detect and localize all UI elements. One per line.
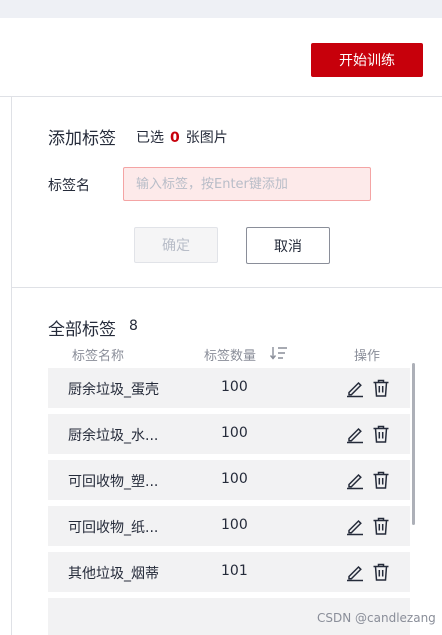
tag-list: 厨余垃圾_蛋壳 100 厨余垃圾_水... 100 可回收物_塑... 100 … — [48, 368, 410, 635]
trash-icon[interactable] — [371, 424, 391, 444]
table-row: 厨余垃圾_蛋壳 100 — [48, 368, 410, 408]
tag-name-input[interactable] — [123, 167, 371, 201]
tag-name-label: 标签名 — [48, 178, 90, 194]
tag-name: 可回收物_塑... — [68, 474, 159, 490]
selected-count: 0 — [170, 130, 180, 146]
cancel-button[interactable]: 取消 — [246, 227, 330, 264]
tag-quantity: 100 — [221, 517, 248, 533]
tag-quantity: 101 — [221, 563, 248, 579]
edit-icon[interactable] — [345, 562, 365, 582]
tag-name: 厨余垃圾_水... — [68, 428, 159, 444]
table-row: 厨余垃圾_水... 100 — [48, 414, 410, 454]
add-tag-title: 添加标签 — [48, 129, 116, 149]
selected-prefix: 已选 — [136, 130, 164, 146]
edit-icon[interactable] — [345, 424, 365, 444]
confirm-button[interactable]: 确定 — [134, 227, 218, 263]
table-row: 其他垃圾_烟蒂 101 — [48, 552, 410, 592]
tag-quantity: 100 — [221, 425, 248, 441]
edit-icon[interactable] — [345, 378, 365, 398]
panel-left-border — [11, 97, 12, 635]
watermark: CSDN @candlezang — [317, 611, 436, 625]
tag-name: 可回收物_纸... — [68, 520, 159, 536]
selected-images-info: 已选 0 张图片 — [136, 127, 228, 147]
tag-name: 厨余垃圾_蛋壳 — [68, 382, 159, 398]
top-strip — [0, 0, 442, 18]
trash-icon[interactable] — [371, 378, 391, 398]
column-header-name: 标签名称 — [72, 349, 125, 364]
trash-icon[interactable] — [371, 562, 391, 582]
tag-name: 其他垃圾_烟蒂 — [68, 566, 159, 582]
edit-icon[interactable] — [345, 516, 365, 536]
edit-icon[interactable] — [345, 470, 365, 490]
trash-icon[interactable] — [371, 470, 391, 490]
column-header-action: 操作 — [354, 349, 381, 364]
trash-icon[interactable] — [371, 516, 391, 536]
selected-suffix: 张图片 — [185, 130, 228, 146]
column-header-quantity[interactable]: 标签数量 — [204, 345, 256, 364]
tag-quantity: 100 — [221, 471, 248, 487]
all-tags-title: 全部标签 — [48, 320, 116, 340]
table-row: 可回收物_纸... 100 — [48, 506, 410, 546]
all-tags-count: 8 — [129, 318, 138, 334]
table-row: 可回收物_塑... 100 — [48, 460, 410, 500]
header-bar: 开始训练 — [0, 18, 442, 97]
start-training-button[interactable]: 开始训练 — [311, 43, 423, 77]
list-scrollbar[interactable] — [412, 363, 415, 525]
tag-quantity: 100 — [221, 379, 248, 395]
sort-icon[interactable] — [269, 345, 289, 361]
section-divider — [12, 287, 442, 288]
